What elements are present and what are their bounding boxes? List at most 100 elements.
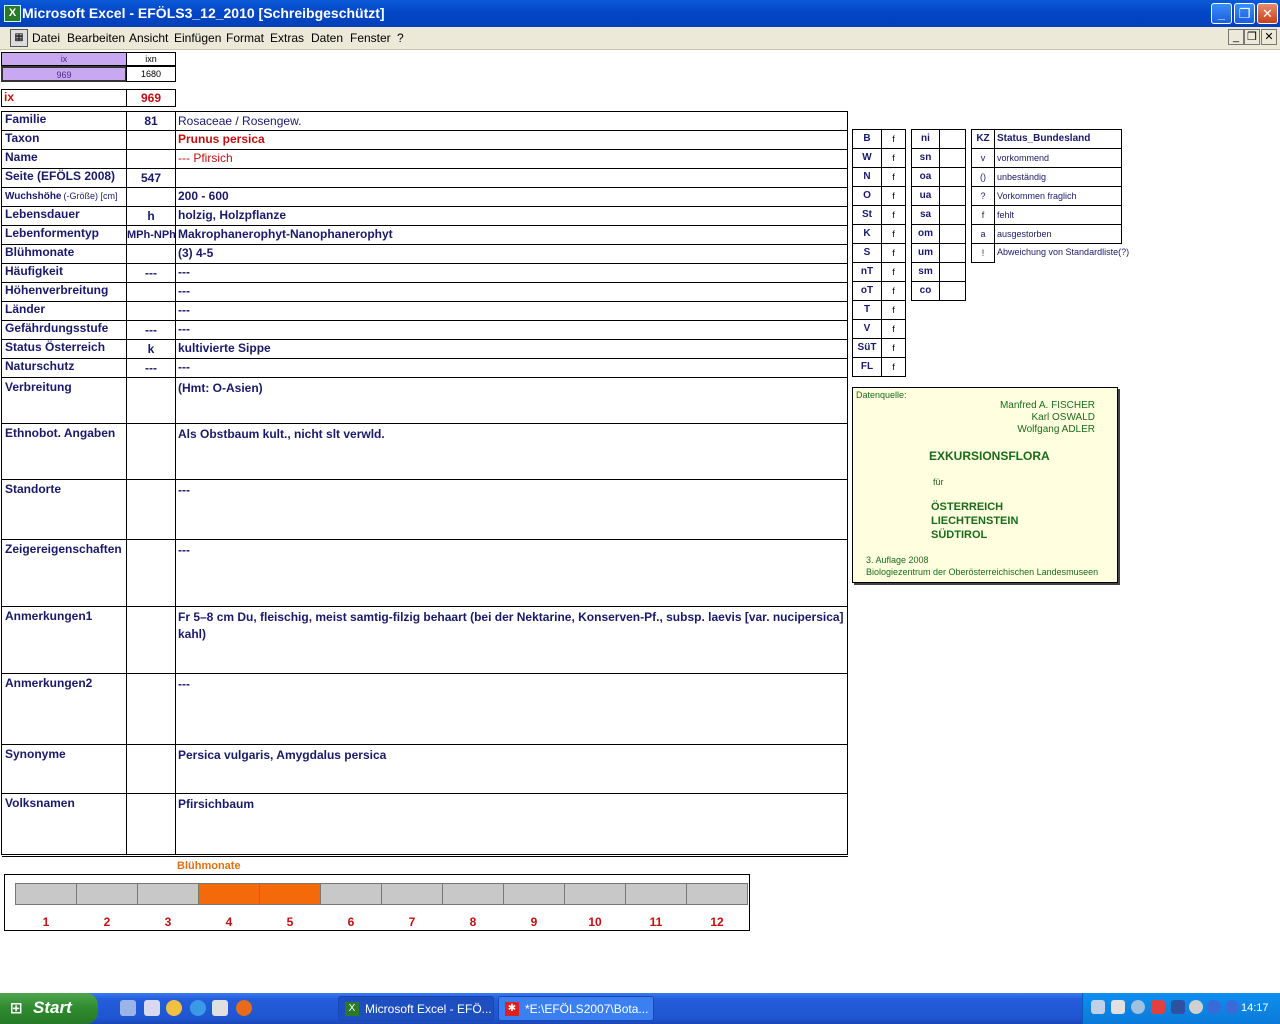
big-row-value[interactable]: Fr 5–8 cm Du, fleischig, meist samtig-fi… xyxy=(175,606,848,674)
network-icon[interactable] xyxy=(1091,1000,1105,1014)
task-excel[interactable]: X Microsoft Excel - EFÖ... xyxy=(338,996,494,1021)
row-value[interactable]: --- xyxy=(175,301,848,321)
big-row-value[interactable]: (Hmt: O-Asien) xyxy=(175,377,848,424)
row-value[interactable]: holzig, Holzpflanze xyxy=(175,206,848,226)
row-code[interactable] xyxy=(126,130,176,150)
row-value[interactable]: (3) 4-5 xyxy=(175,244,848,264)
ixn-value-cell[interactable]: 1680 xyxy=(126,66,176,82)
region-status[interactable]: f xyxy=(881,319,906,339)
row-value[interactable]: Makrophanerophyt-Nanophanerophyt xyxy=(175,225,848,245)
desktop-icon[interactable] xyxy=(120,1000,136,1016)
region2-status[interactable] xyxy=(939,243,966,263)
menu-ansicht[interactable]: Ansicht xyxy=(129,31,168,45)
row-code[interactable]: 547 xyxy=(126,168,176,188)
ix-value-cell[interactable]: 969 xyxy=(1,66,127,82)
minimize-button[interactable]: _ xyxy=(1211,3,1232,24)
row-code[interactable]: --- xyxy=(126,320,176,340)
ie-icon[interactable] xyxy=(190,1000,206,1016)
explorer-icon[interactable] xyxy=(144,1000,160,1016)
region-status[interactable]: f xyxy=(881,262,906,282)
doc-minimize-button[interactable]: _ xyxy=(1228,29,1244,45)
outlook-icon[interactable] xyxy=(212,1000,228,1016)
row-code[interactable] xyxy=(126,187,176,207)
region-status[interactable]: f xyxy=(881,186,906,206)
menu-daten[interactable]: Daten xyxy=(311,31,343,45)
doc-restore-button[interactable]: ❐ xyxy=(1244,29,1260,45)
region-status[interactable]: f xyxy=(881,167,906,187)
row-value[interactable]: 200 - 600 xyxy=(175,187,848,207)
start-button[interactable]: ⊞ Start xyxy=(0,993,98,1024)
worksheet[interactable]: ix ixn 969 1680 ix 969 Familie 81 Rosaceae… xyxy=(0,50,1280,990)
row-code[interactable]: --- xyxy=(126,263,176,283)
menu-bearbeiten[interactable]: Bearbeiten xyxy=(67,31,125,45)
region-status[interactable]: f xyxy=(881,281,906,301)
row-value[interactable]: kultivierte Sippe xyxy=(175,339,848,359)
media-icon[interactable] xyxy=(166,1000,182,1016)
row-value[interactable]: --- xyxy=(175,263,848,283)
volume-icon[interactable] xyxy=(1111,1000,1125,1014)
region2-status[interactable] xyxy=(939,262,966,282)
row-value[interactable]: --- xyxy=(175,282,848,302)
row-code[interactable]: k xyxy=(126,339,176,359)
row-code[interactable] xyxy=(126,282,176,302)
month-label: 10 xyxy=(588,915,602,929)
region2-status[interactable] xyxy=(939,148,966,168)
firefox-icon[interactable] xyxy=(236,1000,252,1016)
row-code[interactable] xyxy=(126,149,176,169)
big-row-value[interactable]: --- xyxy=(175,673,848,745)
row-code[interactable]: 81 xyxy=(126,111,176,131)
menu-datei[interactable]: Datei xyxy=(32,31,60,45)
big-row-value[interactable]: Persica vulgaris, Amygdalus persica xyxy=(175,744,848,794)
menu-format[interactable]: Format xyxy=(226,31,264,45)
row-code[interactable]: --- xyxy=(126,358,176,378)
region-status[interactable]: f xyxy=(881,129,906,149)
excel-icon[interactable]: X xyxy=(4,5,21,22)
search-icon[interactable] xyxy=(1131,1000,1145,1014)
menu-fenster[interactable]: Fenster xyxy=(350,31,391,45)
region-status[interactable]: f xyxy=(881,224,906,244)
big-row-value[interactable]: --- xyxy=(175,479,848,540)
row-value[interactable]: --- xyxy=(175,320,848,340)
row-code[interactable]: MPh-NPh xyxy=(126,225,176,245)
menu-help[interactable]: ? xyxy=(397,31,404,45)
region-status[interactable]: f xyxy=(881,243,906,263)
workbook-icon[interactable]: ▦ xyxy=(10,29,28,47)
region-status[interactable]: f xyxy=(881,338,906,358)
data-source-box: Datenquelle: Manfred A. FISCHER Karl OSW… xyxy=(852,387,1118,583)
row-value[interactable]: --- xyxy=(175,358,848,378)
ix-value[interactable]: 969 xyxy=(126,89,176,107)
menu-einfuegen[interactable]: Einfügen xyxy=(174,31,221,45)
row-value[interactable]: Prunus persica xyxy=(175,130,848,150)
month-label: 4 xyxy=(225,915,233,929)
month-label: 5 xyxy=(286,915,294,929)
region-status[interactable]: f xyxy=(881,205,906,225)
task-document[interactable]: ✱ *E:\EFÖLS2007\Bota... xyxy=(498,996,654,1021)
region2-status[interactable] xyxy=(939,186,966,206)
region2-status[interactable] xyxy=(939,205,966,225)
big-row-value[interactable]: Pfirsichbaum xyxy=(175,793,848,855)
update-icon[interactable] xyxy=(1189,1000,1203,1014)
region2-status[interactable] xyxy=(939,129,966,149)
row-code[interactable] xyxy=(126,244,176,264)
region2-status[interactable] xyxy=(939,224,966,244)
row-value[interactable] xyxy=(175,168,848,188)
restore-button[interactable]: ❐ xyxy=(1234,3,1255,24)
big-row-value[interactable]: --- xyxy=(175,539,848,607)
region-status[interactable]: f xyxy=(881,148,906,168)
info-icon[interactable] xyxy=(1207,1000,1221,1014)
big-row-value[interactable]: Als Obstbaum kult., nicht slt verwld. xyxy=(175,423,848,480)
region2-status[interactable] xyxy=(939,281,966,301)
language-icon[interactable] xyxy=(1225,1000,1239,1014)
doc-close-button[interactable]: ✕ xyxy=(1261,29,1277,45)
menu-extras[interactable]: Extras xyxy=(270,31,304,45)
row-value[interactable]: Rosaceae / Rosengew. xyxy=(175,111,848,131)
region2-status[interactable] xyxy=(939,167,966,187)
row-code[interactable] xyxy=(126,301,176,321)
security-icon[interactable] xyxy=(1151,1000,1165,1014)
close-button[interactable]: ✕ xyxy=(1257,3,1278,24)
row-code[interactable]: h xyxy=(126,206,176,226)
row-value[interactable]: --- Pfirsich xyxy=(175,149,848,169)
shield-icon[interactable] xyxy=(1171,1000,1185,1014)
region-status[interactable]: f xyxy=(881,357,906,377)
region-status[interactable]: f xyxy=(881,300,906,320)
